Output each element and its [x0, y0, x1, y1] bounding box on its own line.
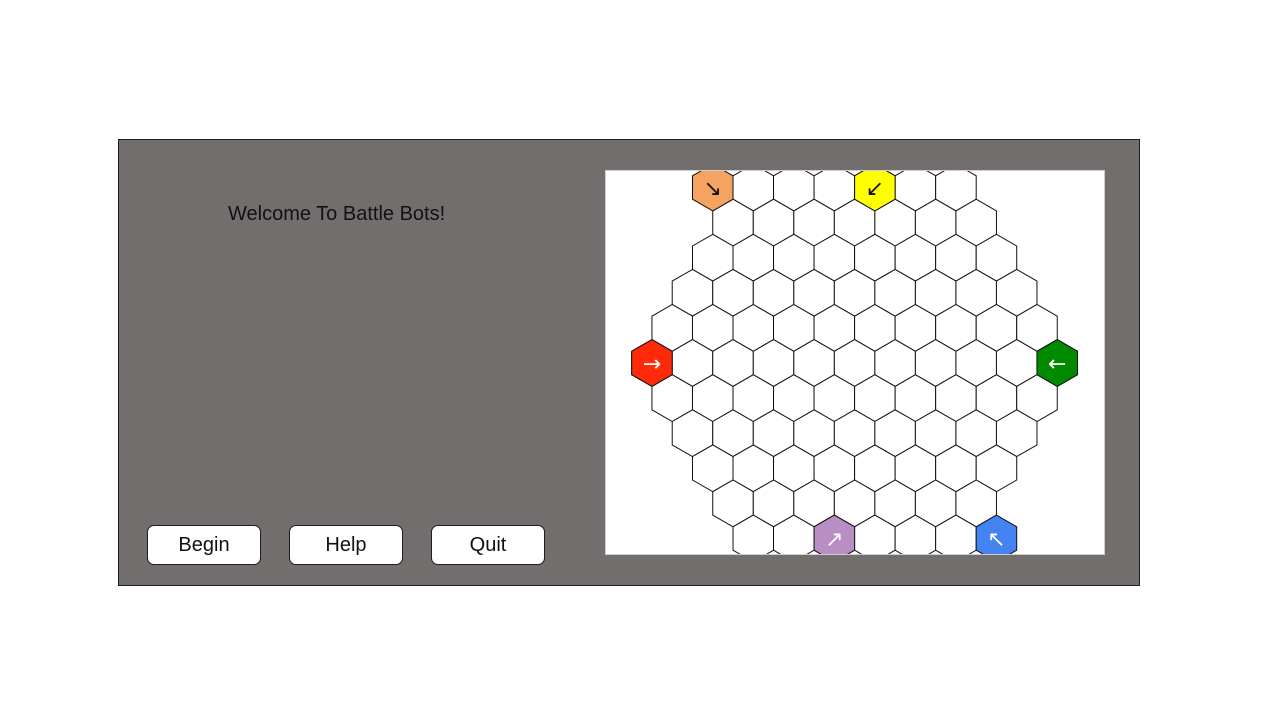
quit-button[interactable]: Quit	[431, 525, 545, 565]
help-button[interactable]: Help	[289, 525, 403, 565]
welcome-title: Welcome To Battle Bots!	[228, 203, 446, 225]
hex-board: ↘ ↙ → ← ↗ ↖	[631, 171, 1079, 554]
board-preview-panel: ↘ ↙ → ← ↗ ↖	[605, 170, 1105, 555]
start-arrow-purple-icon: ↗	[825, 528, 843, 553]
start-arrow-orange-icon: ↘	[704, 177, 722, 202]
start-arrow-red-icon: →	[643, 352, 661, 377]
begin-button[interactable]: Begin	[147, 525, 261, 565]
start-arrow-yellow-icon: ↙	[866, 177, 884, 202]
start-arrow-blue-icon: ↖	[987, 528, 1005, 553]
start-arrow-green-icon: ←	[1048, 352, 1066, 377]
